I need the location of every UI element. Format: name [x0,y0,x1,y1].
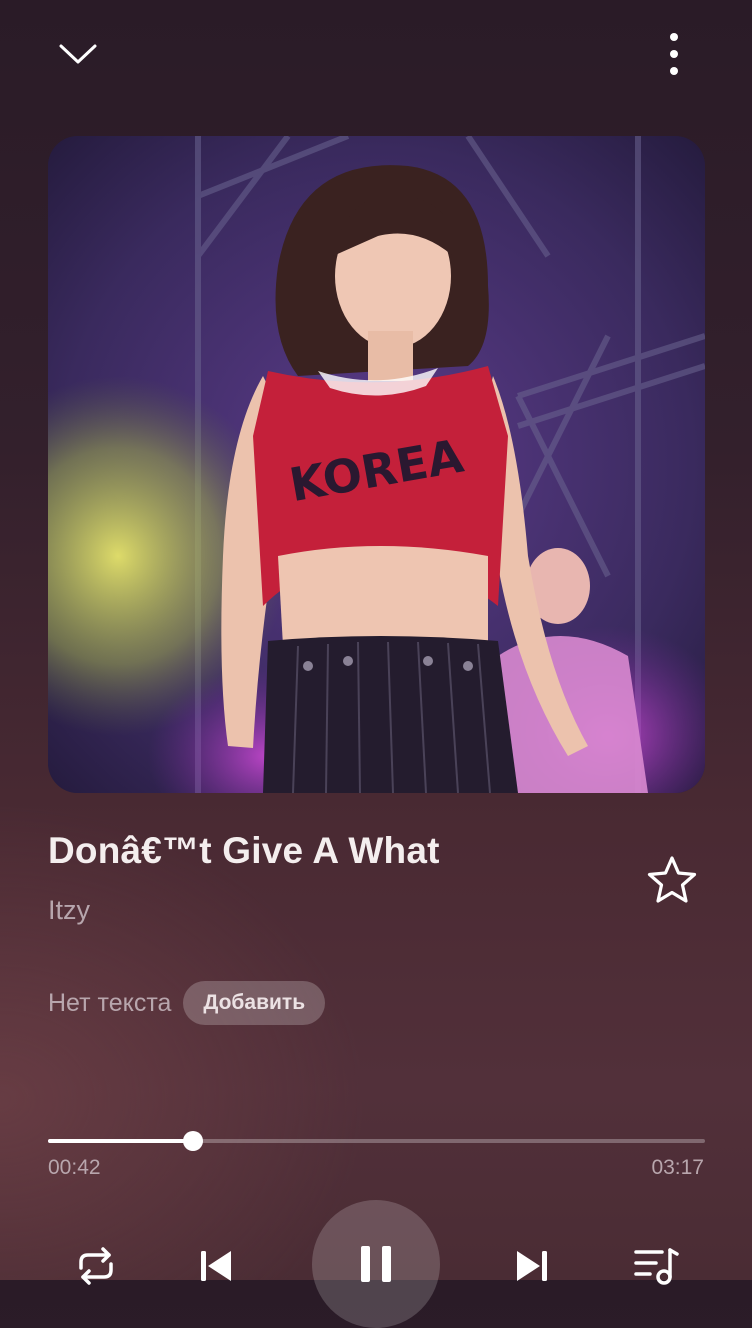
top-bar [0,0,752,110]
star-outline-icon [647,856,697,903]
favorite-button[interactable] [640,848,704,912]
repeat-button[interactable] [66,1236,126,1296]
pause-icon [361,1246,391,1282]
repeat-icon [79,1247,113,1285]
add-lyrics-button[interactable]: Добавить [183,981,326,1025]
collapse-button[interactable] [48,24,108,84]
time-total: 03:17 [651,1156,704,1179]
previous-button[interactable] [186,1236,246,1296]
next-button[interactable] [502,1236,562,1296]
more-options-button[interactable] [644,24,704,84]
no-lyrics-label: Нет текста [48,988,172,1017]
lyrics-row: Нет текста Добавить [48,980,326,1026]
pause-button[interactable] [312,1200,440,1328]
more-vertical-icon [670,33,678,75]
album-art: KOREA [48,136,705,793]
skip-next-icon [517,1251,547,1281]
chevron-down-icon [59,44,97,64]
queue-button[interactable] [626,1236,686,1296]
time-elapsed: 00:42 [48,1156,101,1179]
skip-previous-icon [201,1251,231,1281]
album-art-image: KOREA [48,136,705,793]
playlist-icon [634,1248,679,1285]
progress-bar[interactable] [48,1131,705,1151]
progress-fill [48,1139,193,1143]
track-title: Donâ€™t Give A What [48,830,440,871]
progress-thumb[interactable] [182,1131,203,1151]
track-artist[interactable]: Itzy [48,895,90,926]
